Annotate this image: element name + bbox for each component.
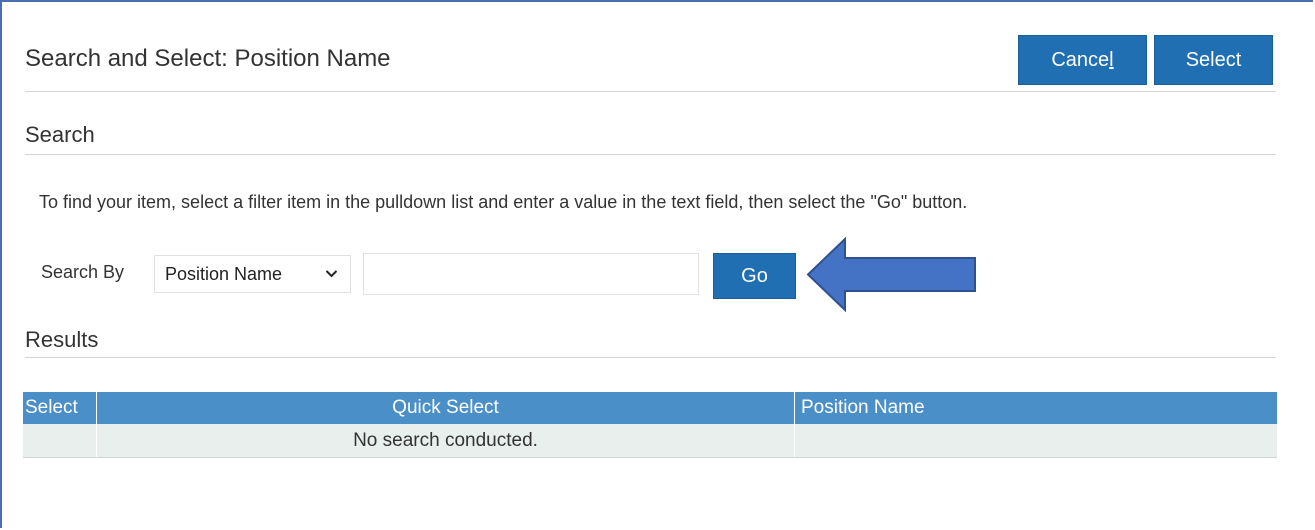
cancel-label: Cance (1051, 49, 1110, 71)
empty-results-message: No search conducted. (96, 424, 795, 458)
search-divider (25, 154, 1276, 155)
page-title: Search and Select: Position Name (25, 45, 391, 72)
table-cell-position-name (794, 424, 1277, 458)
chevron-down-icon (325, 256, 338, 305)
results-divider (25, 357, 1276, 358)
column-header-quick-select[interactable]: Quick Select (96, 392, 795, 424)
search-value-input[interactable] (363, 253, 699, 295)
title-divider (25, 91, 1276, 92)
arrow-left-icon (805, 236, 980, 318)
search-by-label: Search By (41, 262, 125, 282)
column-header-position-name[interactable]: Position Name (794, 392, 1277, 424)
go-button[interactable]: Go (713, 253, 796, 299)
table-cell-select (23, 424, 97, 458)
table-row: No search conducted. (23, 424, 1277, 458)
search-section-title: Search (25, 122, 95, 147)
search-by-selected-value: Position Name (165, 264, 283, 284)
search-by-select[interactable]: Position Name (154, 255, 351, 293)
cancel-button[interactable]: Cancel (1018, 35, 1147, 85)
column-header-select[interactable]: Select (23, 392, 97, 424)
search-instructions: To find your item, select a filter item … (39, 192, 968, 212)
results-table: Select Quick Select Position Name No sea… (23, 392, 1277, 458)
cancel-access-key: l (1109, 49, 1114, 71)
results-section-title: Results (25, 327, 99, 352)
select-button[interactable]: Select (1154, 35, 1273, 85)
table-header-row: Select Quick Select Position Name (23, 392, 1277, 424)
